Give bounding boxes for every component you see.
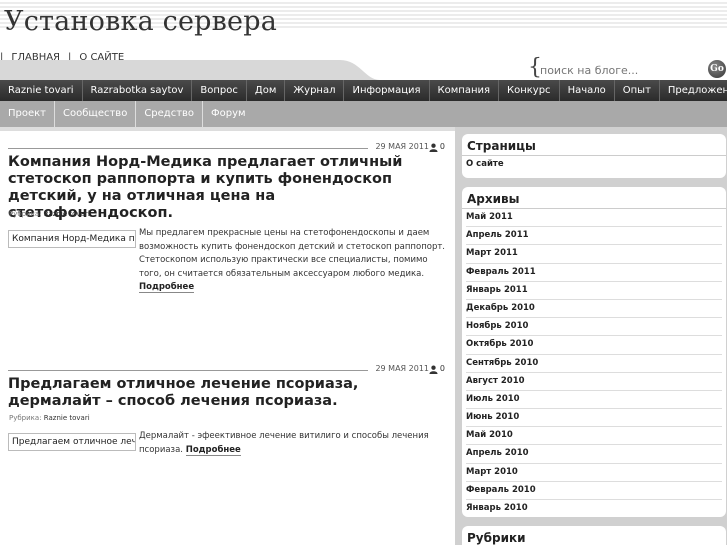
subnav-item[interactable]: Форум: [203, 101, 254, 127]
archive-link[interactable]: Сентябрь 2010: [466, 355, 722, 373]
post-meta: 29 МАЯ 2011 0: [8, 142, 445, 154]
widget-title: Рубрики: [467, 531, 526, 545]
post-thumbnail[interactable]: Компания Норд-Медика предлагает: [8, 230, 136, 248]
nav-item[interactable]: Начало: [560, 80, 615, 101]
content-shade: [0, 127, 455, 131]
nav-item[interactable]: Предложение: [660, 80, 727, 101]
post-meta: 29 МАЯ 2011 0: [8, 364, 445, 376]
category-link[interactable]: Raznie tovari: [44, 414, 90, 422]
nav-item[interactable]: Опыт: [615, 80, 660, 101]
nav-item[interactable]: Вопрос: [192, 80, 247, 101]
nav-item[interactable]: Информация: [344, 80, 430, 101]
category-label: Рубрика:: [9, 414, 42, 422]
post-date: 29 МАЯ 2011: [375, 364, 429, 373]
page-link[interactable]: О сайте: [466, 156, 722, 173]
nav-item[interactable]: Дом: [247, 80, 286, 101]
archive-link[interactable]: Апрель 2011: [466, 227, 722, 246]
pages-widget: Страницы О сайте: [462, 134, 726, 178]
archives-list: Май 2011 Апрель 2011 Март 2011 Февраль 2…: [462, 209, 726, 517]
post-date: 29 МАЯ 2011: [375, 142, 429, 151]
category-link[interactable]: Raznie tovari: [44, 210, 90, 218]
search-input[interactable]: [538, 61, 702, 79]
excerpt-text: Дермалайт - эфеективное лечение витилиго…: [139, 431, 429, 455]
secondary-nav: Проект Сообщество Средство Форум: [0, 101, 727, 127]
archive-link[interactable]: Февраль 2010: [466, 482, 722, 500]
read-more-link[interactable]: Подробнее: [185, 444, 241, 456]
excerpt-text: Мы предлагем прекрасные цены на стетофон…: [139, 228, 445, 279]
widget-title: Архивы: [462, 187, 726, 209]
nav-item[interactable]: Компания: [430, 80, 499, 101]
primary-nav: Raznie tovari Razrabotka saytov Вопрос Д…: [0, 80, 727, 101]
nav-item[interactable]: Raznie tovari: [0, 80, 83, 101]
archive-link[interactable]: Март 2011: [466, 245, 722, 264]
widget-title: Страницы: [462, 134, 726, 156]
post-thumbnail[interactable]: Предлагаем отличное лечение: [8, 433, 136, 451]
subnav-item[interactable]: Проект: [0, 101, 56, 127]
categories-widget: Рубрики: [462, 526, 726, 556]
user-icon: [429, 365, 438, 374]
user-icon: [429, 143, 438, 152]
archive-link[interactable]: Август 2010: [466, 373, 722, 391]
post-category: Рубрика: Raznie tovari: [9, 210, 90, 218]
archive-link[interactable]: Октябрь 2010: [466, 336, 722, 355]
nav-item[interactable]: Конкурс: [499, 80, 560, 101]
archive-link[interactable]: Март 2010: [466, 464, 722, 482]
post-excerpt: Дермалайт - эфеективное лечение витилиго…: [139, 430, 447, 457]
search-go-button[interactable]: Go: [708, 60, 726, 78]
meta-rule: [8, 370, 368, 371]
post-title[interactable]: Предлагаем отличное лечение псориаза, де…: [8, 376, 445, 410]
archive-link[interactable]: Декабрь 2010: [466, 300, 722, 319]
post: 29 МАЯ 2011 0 Предлагаем отличное лечени…: [8, 364, 445, 464]
read-more-link[interactable]: Подробнее: [139, 282, 195, 293]
archive-link[interactable]: Июль 2010: [466, 391, 722, 410]
archive-link[interactable]: Июнь 2010: [466, 409, 722, 428]
post-excerpt: Мы предлагем прекрасные цены на стетофон…: [139, 227, 447, 295]
subnav-item[interactable]: Средство: [136, 101, 204, 127]
nav-item[interactable]: Журнал: [285, 80, 345, 101]
category-label: Рубрика:: [9, 210, 42, 218]
archive-link[interactable]: Апрель 2010: [466, 445, 722, 464]
archive-link[interactable]: Май 2010: [466, 427, 722, 446]
post-category: Рубрика: Raznie tovari: [9, 414, 90, 422]
archive-link[interactable]: Май 2011: [466, 209, 722, 228]
archive-link[interactable]: Январь 2010: [466, 500, 722, 517]
meta-rule: [8, 148, 368, 149]
site-title[interactable]: Установка сервера: [4, 6, 277, 37]
archives-widget: Архивы Май 2011 Апрель 2011 Март 2011 Фе…: [462, 187, 726, 517]
post: 29 МАЯ 2011 0 Компания Норд-Медика предл…: [8, 142, 445, 302]
nav-item[interactable]: Razrabotka saytov: [83, 80, 193, 101]
comment-count[interactable]: 0: [440, 142, 445, 151]
subnav-item[interactable]: Сообщество: [55, 101, 137, 127]
search-box: { Go: [528, 55, 727, 82]
archive-link[interactable]: Январь 2011: [466, 282, 722, 300]
pages-list: О сайте: [462, 156, 726, 173]
archive-link[interactable]: Февраль 2011: [466, 264, 722, 282]
archive-link[interactable]: Ноябрь 2010: [466, 318, 722, 337]
comment-count[interactable]: 0: [440, 364, 445, 373]
